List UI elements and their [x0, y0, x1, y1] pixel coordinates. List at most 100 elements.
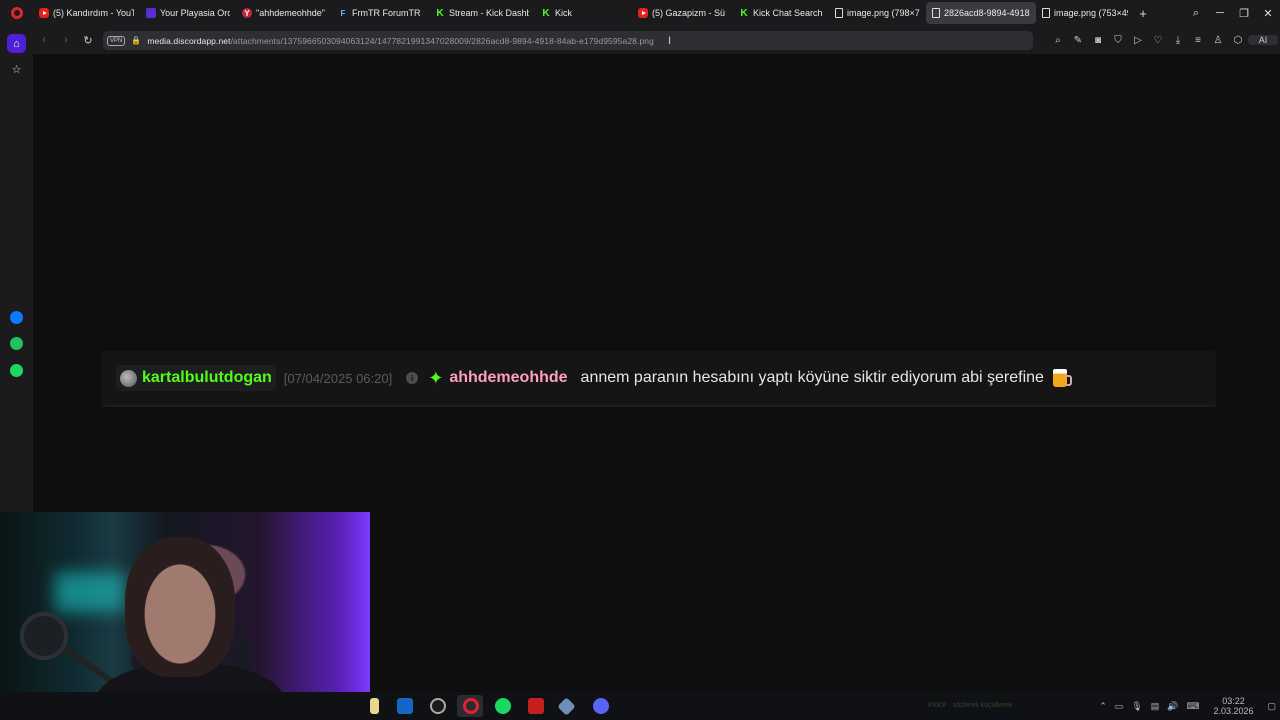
extensions-icon[interactable]: ⬡ [1228, 35, 1248, 46]
zoom-icon[interactable]: ⌕ [1048, 35, 1068, 46]
close-icon[interactable]: ✕ [1256, 7, 1280, 20]
tab-label: (5) Kandırdım - YouTu [53, 8, 134, 18]
opera-icon[interactable] [463, 698, 479, 714]
tab-label: image.png (753×49) [1054, 8, 1128, 18]
page-icon [932, 8, 940, 18]
play-icon[interactable]: ▷ [1128, 35, 1148, 46]
forward-icon[interactable]: › [55, 34, 77, 46]
microphone [20, 612, 68, 660]
app-icon[interactable] [528, 698, 544, 714]
tool-icon[interactable] [557, 697, 576, 716]
opera-logo-icon[interactable] [0, 0, 33, 26]
username-chip: kartalbulutdogan [116, 365, 276, 391]
streamer-face [125, 537, 235, 677]
new-tab-plus-icon[interactable]: + [1134, 4, 1152, 22]
url-text[interactable]: media.discordapp.net/attachments/1375966… [147, 36, 654, 46]
display-icon[interactable]: ▭ [1111, 701, 1128, 712]
tab[interactable]: image.png (798×71) [829, 2, 926, 24]
tab[interactable]: (5) Kandırdım - YouTu [33, 2, 140, 24]
taskbar-ghost-text: Kick'e · sözlerek küçülterek [928, 702, 1013, 709]
discord-icon[interactable] [593, 698, 609, 714]
tab[interactable]: F FrmTR ForumTR Foru [332, 2, 429, 24]
keyboard-icon[interactable]: ⌨ [1182, 701, 1203, 712]
webcam-overlay [0, 512, 370, 720]
reply-username: ahhdemeohhde [449, 369, 568, 386]
tab[interactable]: Your Playasia Order # [140, 2, 236, 24]
system-tray: ⌃ ▭ 🎙 ▤ 🔊 ⌨ 03:22 2.03.2026 ▢ [1095, 692, 1280, 720]
window-controls: ⌕ ─ ❐ ✕ [1184, 0, 1280, 26]
windows-taskbar: Kick'e · sözlerek küçülterek ⌃ ▭ 🎙 ▤ 🔊 ⌨… [0, 692, 1280, 720]
tab-label: FrmTR ForumTR Foru [352, 8, 423, 18]
tab[interactable]: K Stream - Kick Dashbo [429, 2, 535, 24]
download-icon[interactable]: ⤓ [1168, 35, 1188, 46]
tab-list: (5) Kandırdım - YouTu Your Playasia Orde… [33, 0, 1152, 26]
star-icon[interactable]: ☆ [7, 60, 26, 79]
messenger-icon[interactable] [7, 308, 26, 327]
whatsapp-icon[interactable] [7, 334, 26, 353]
tab-label: Kick Chat Search [753, 8, 823, 18]
chat-username: kartalbulutdogan [142, 369, 272, 386]
network-icon[interactable]: ▤ [1147, 701, 1164, 712]
search-tabs-icon[interactable]: ⌕ [1184, 7, 1208, 20]
mail-icon[interactable] [397, 698, 413, 714]
tab[interactable]: Y "ahhdemeohhde" kı [236, 2, 332, 24]
page-icon [835, 8, 843, 18]
spotify-icon[interactable] [495, 698, 511, 714]
tab-active[interactable]: 2826acd8-9894-4918-84a [926, 2, 1036, 24]
notifications-icon[interactable]: ▢ [1263, 701, 1280, 712]
microphone-icon[interactable]: 🎙 [1127, 701, 1146, 712]
text-cursor-icon: I [667, 34, 672, 47]
page-icon [146, 8, 156, 18]
obs-icon[interactable] [430, 698, 446, 714]
chat-message-text: annem paranın hesabını yaptı köyüne sikt… [580, 369, 1044, 386]
kick-icon: K [740, 7, 748, 19]
forum-icon: F [340, 8, 346, 18]
tab-label: image.png (798×71) [847, 8, 920, 18]
camera-icon[interactable]: ◙ [1088, 35, 1108, 46]
tab-label: Your Playasia Order # [160, 8, 230, 18]
youtube-icon [39, 8, 49, 18]
kick-icon: K [542, 7, 550, 19]
tab-label: 2826acd8-9894-4918-84a [944, 8, 1030, 18]
tab-label: (5) Gazapizm - Sü [652, 8, 726, 18]
file-explorer-icon[interactable] [370, 698, 379, 714]
chevron-up-icon[interactable]: ⌃ [1095, 701, 1111, 712]
back-icon[interactable]: ‹ [33, 34, 55, 46]
minimize-icon[interactable]: ─ [1208, 7, 1232, 19]
lock-icon[interactable]: 🔒 [131, 36, 141, 45]
vpn-badge[interactable]: VPN [107, 35, 126, 46]
clock-date: 2.03.2026 [1213, 706, 1254, 716]
heart-icon[interactable]: ♡ [1148, 35, 1168, 46]
home-icon[interactable]: ⌂ [7, 34, 26, 53]
y-icon: Y [242, 8, 252, 18]
chat-message-image: kartalbulutdogan [07/04/2025 06:20] i ✦ … [102, 351, 1216, 405]
background-light [55, 572, 125, 612]
url-host: media.discordapp.net [147, 35, 231, 46]
tab[interactable]: (5) Gazapizm - Sü [632, 2, 733, 24]
menu-icon[interactable]: ≡ [1188, 35, 1208, 46]
shield-icon[interactable]: ⛉ [1108, 35, 1128, 46]
sparkle-badge-icon: ✦ [428, 367, 444, 388]
browser-toolbar: ‹ › ↻ VPN 🔒 media.discordapp.net/attachm… [33, 26, 1280, 54]
tab-strip: (5) Kandırdım - YouTu Your Playasia Orde… [0, 0, 1280, 26]
tab[interactable]: K Kick [535, 2, 632, 24]
tab[interactable]: image.png (753×49) [1036, 2, 1134, 24]
chat-timestamp: [07/04/2025 06:20] [283, 370, 393, 386]
tab[interactable]: K Kick Chat Search [733, 2, 829, 24]
avatar [120, 369, 137, 387]
toolbar-tools: ⌕ ✎ ◙ ⛉ ▷ ♡ ⤓ ≡ ♙ ⬡ AI [1048, 30, 1280, 50]
clock[interactable]: 03:22 2.03.2026 [1203, 696, 1263, 716]
info-icon: i [406, 372, 419, 384]
ai-button[interactable]: AI [1248, 35, 1278, 45]
tab-label: Kick [555, 8, 573, 18]
tab-label: "ahhdemeohhde" kı [256, 8, 326, 18]
tab-label: Stream - Kick Dashbo [449, 8, 529, 18]
edit-icon[interactable]: ✎ [1068, 35, 1088, 46]
restore-icon[interactable]: ❐ [1232, 7, 1256, 20]
volume-icon[interactable]: 🔊 [1163, 701, 1182, 712]
spotify-icon[interactable] [7, 361, 26, 380]
youtube-icon [638, 8, 648, 18]
profile-icon[interactable]: ♙ [1208, 35, 1228, 46]
reload-icon[interactable]: ↻ [77, 34, 99, 47]
address-bar[interactable]: VPN 🔒 media.discordapp.net/attachments/1… [103, 31, 1033, 50]
